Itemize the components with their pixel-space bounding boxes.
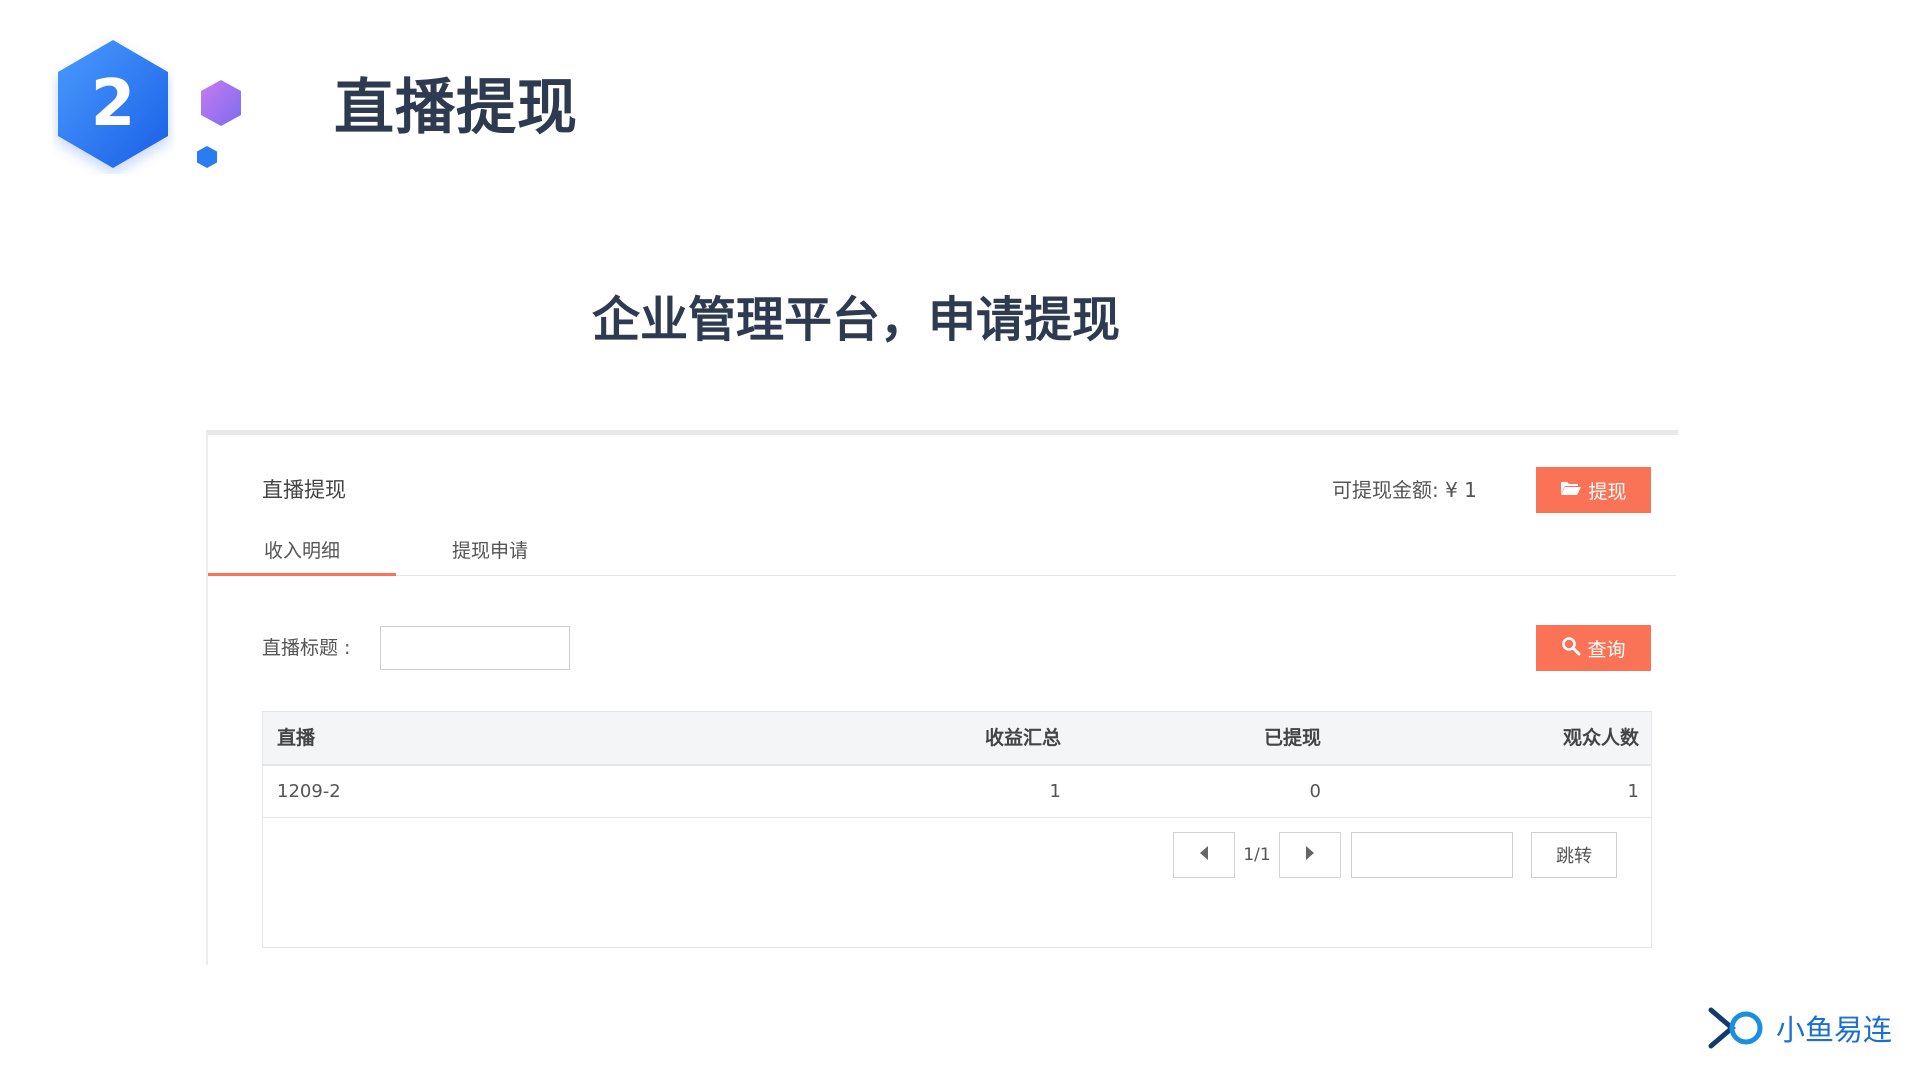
table-row[interactable]: 1209-2 1 0 1 [263, 766, 1651, 818]
column-header-audience-count: 观众人数 [1562, 727, 1639, 749]
page-info: 1/1 [1243, 845, 1271, 865]
income-table: 直播 收益汇总 已提现 观众人数 1209-2 1 0 1 1/1 跳转 [262, 711, 1652, 948]
column-header-withdrawn: 已提现 [1263, 727, 1321, 749]
brand-logo: 小鱼易连 [1708, 1006, 1892, 1054]
live-title-filter-label: 直播标题 : [262, 637, 351, 659]
cell-withdrawn: 0 [1309, 781, 1321, 802]
page-jump-button[interactable]: 跳转 [1531, 832, 1617, 878]
pager-next-button[interactable] [1279, 832, 1341, 878]
live-title-input[interactable] [380, 626, 570, 670]
table-header: 直播 收益汇总 已提现 观众人数 [263, 712, 1651, 766]
cell-audience-count: 1 [1627, 781, 1639, 802]
search-button-label: 查询 [1587, 638, 1626, 661]
panel-title: 直播提现 [262, 478, 346, 502]
slide-title: 直播提现 [334, 73, 578, 143]
tab-label: 收入明细 [263, 539, 340, 562]
withdrawable-balance: 可提现金额: ¥ 1 [1332, 478, 1477, 502]
search-button[interactable]: 查询 [1536, 625, 1651, 671]
tab-income-details[interactable]: 收入明细 [208, 525, 396, 576]
withdraw-panel: 直播提现 可提现金额: ¥ 1 提现 收入明细 提现申请 直播标题 : 查询 直… [206, 430, 1678, 965]
tab-withdraw-requests[interactable]: 提现申请 [396, 525, 584, 573]
column-header-live: 直播 [277, 727, 316, 749]
decor-hexagon-purple-icon [198, 78, 244, 128]
column-header-revenue-total: 收益汇总 [984, 727, 1061, 749]
xylink-logo-icon [1708, 1006, 1768, 1054]
cell-revenue-total: 1 [1049, 781, 1061, 802]
search-icon [1561, 636, 1581, 661]
pager-prev-button[interactable] [1173, 832, 1235, 878]
decor-hexagon-blue-icon [196, 145, 218, 169]
caret-left-icon [1198, 845, 1210, 865]
folder-open-icon [1560, 479, 1582, 501]
caret-right-icon [1304, 845, 1316, 865]
tab-label: 提现申请 [451, 539, 528, 562]
step-number: 2 [90, 67, 136, 141]
cell-live: 1209-2 [277, 781, 341, 802]
brand-name: 小鱼易连 [1776, 1013, 1893, 1047]
tab-bar: 收入明细 提现申请 [208, 525, 1676, 576]
withdraw-button-label: 提现 [1588, 480, 1627, 503]
step-badge: 2 [52, 36, 174, 174]
slide-subtitle: 企业管理平台，申请提现 [592, 292, 1121, 348]
withdraw-button[interactable]: 提现 [1536, 467, 1651, 513]
page-jump-input[interactable] [1351, 832, 1513, 878]
